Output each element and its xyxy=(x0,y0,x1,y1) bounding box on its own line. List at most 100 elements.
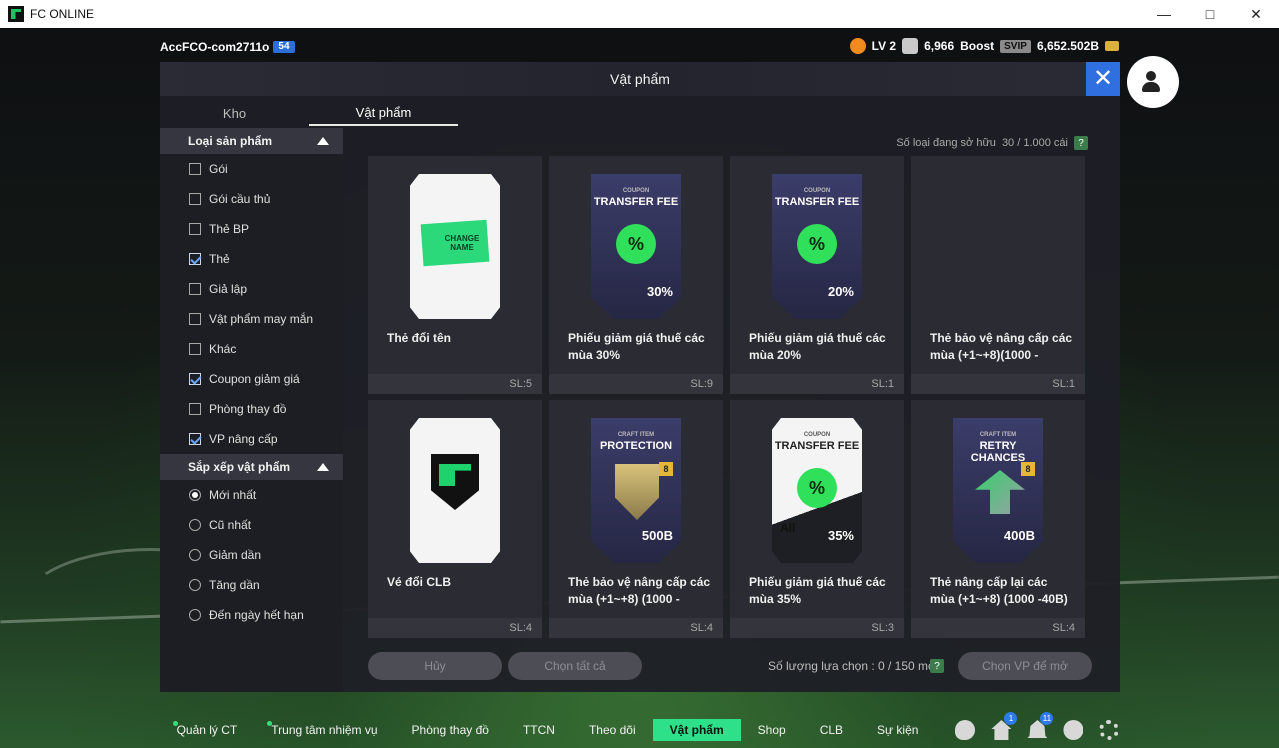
item-qty: SL:9 xyxy=(690,378,713,390)
product-type-header[interactable]: Loại sản phẩm xyxy=(160,128,343,154)
close-window-button[interactable]: ✕ xyxy=(1233,0,1279,28)
art-small-text: COUPON xyxy=(803,188,831,194)
sort-descending[interactable]: Giảm dần xyxy=(160,540,343,570)
maximize-button[interactable]: □ xyxy=(1187,0,1233,28)
item-name: Phiếu giảm giá thuế các mùa 20% xyxy=(749,331,886,362)
item-card[interactable]: CRAFT ITEM RETRY CHANCES 8 400B Thẻ nâng… xyxy=(911,400,1085,638)
item-name: Vé đổi CLB xyxy=(387,575,452,589)
close-modal-button[interactable]: ✕ xyxy=(1086,62,1120,96)
nav-su-kien[interactable]: Sự kiện xyxy=(860,719,935,741)
nav-trung-tam-nhiem-vu[interactable]: Trung tâm nhiệm vụ xyxy=(254,719,394,741)
select-all-button[interactable]: Chọn tất cả xyxy=(508,652,642,680)
item-qty: SL:1 xyxy=(1052,378,1075,390)
item-footer: SL:4 xyxy=(368,618,542,638)
bell-icon-wrapper[interactable]: 11 xyxy=(1027,712,1054,740)
help-icon[interactable]: ? xyxy=(1074,136,1088,150)
checkbox-checked[interactable] xyxy=(189,253,201,265)
collapse-triangle-icon xyxy=(317,463,329,471)
checkbox[interactable] xyxy=(189,313,201,325)
nav-vat-pham[interactable]: Vật phẩm xyxy=(652,719,741,741)
filter-vp-nang-cap[interactable]: VP nâng cấp xyxy=(160,424,343,454)
sort-ascending[interactable]: Tăng dần xyxy=(160,570,343,600)
filter-label: VP nâng cấp xyxy=(209,432,278,446)
item-card[interactable]: CHANGE NAME Thẻ đổi tên SL:5 xyxy=(368,156,542,394)
selection-count: Số lượng lựa chọn : 0 / 150 món xyxy=(768,659,942,673)
filter-khac[interactable]: Khác xyxy=(160,334,343,364)
home-icon-wrapper[interactable]: 1 xyxy=(991,712,1018,740)
modal-title: Vật phẩm xyxy=(610,71,670,87)
filter-the-bp[interactable]: Thẻ BP xyxy=(160,214,343,244)
sort-newest[interactable]: Mới nhất xyxy=(160,480,343,510)
checkbox-checked[interactable] xyxy=(189,373,201,385)
art-title: TRANSFER FEE xyxy=(593,196,679,208)
item-card[interactable]: CRAFT ITEM PROTECTION 8 500B Thẻ bảo vệ … xyxy=(549,400,723,638)
checkbox-checked[interactable] xyxy=(189,433,201,445)
help-icon[interactable]: ? xyxy=(930,659,944,673)
item-footer: SL:4 xyxy=(549,618,723,638)
item-name: Thẻ nâng cấp lại các mùa (+1~+8) (1000 -… xyxy=(930,575,1068,606)
item-card[interactable]: COUPON TRANSFER FEE % 20% Phiếu giảm giá… xyxy=(730,156,904,394)
checkbox[interactable] xyxy=(189,163,201,175)
sort-expiry[interactable]: Đến ngày hết hạn xyxy=(160,600,343,630)
nav-clb[interactable]: CLB xyxy=(803,719,860,741)
checkbox[interactable] xyxy=(189,403,201,415)
nav-quan-ly-ct[interactable]: Quản lý CT xyxy=(160,719,255,741)
filter-gia-lap[interactable]: Giả lập xyxy=(160,274,343,304)
radio[interactable] xyxy=(189,609,201,621)
checkbox[interactable] xyxy=(189,193,201,205)
item-qty: SL:4 xyxy=(509,622,532,634)
checkbox[interactable] xyxy=(189,283,201,295)
item-qty: SL:4 xyxy=(690,622,713,634)
filter-coupon[interactable]: Coupon giảm giá xyxy=(160,364,343,394)
art-title: RETRY CHANCES xyxy=(970,440,1026,464)
items-modal: Vật phẩm ✕ Kho Vật phẩm Loại sản phẩm Gó… xyxy=(160,62,1120,692)
bottom-nav: Quản lý CT Trung tâm nhiệm vụ Phòng thay… xyxy=(0,712,1279,748)
nav-ttcn[interactable]: TTCN xyxy=(506,719,572,741)
item-qty: SL:1 xyxy=(871,378,894,390)
modal-tabs: Kho Vật phẩm xyxy=(160,100,458,126)
filter-label: Giả lập xyxy=(209,282,248,296)
radio[interactable] xyxy=(189,549,201,561)
item-card[interactable]: Thẻ bảo vệ nâng cấp các mùa (+1~+8)(1000… xyxy=(911,156,1085,394)
filter-goi-cau-thu[interactable]: Gói cầu thủ xyxy=(160,184,343,214)
open-items-button[interactable]: Chọn VP để mở xyxy=(958,652,1092,680)
tab-vat-pham[interactable]: Vật phẩm xyxy=(309,100,458,126)
filter-label: Gói cầu thủ xyxy=(209,192,271,206)
filter-panel: Loại sản phẩm Gói Gói cầu thủ Thẻ BP Thẻ… xyxy=(160,128,343,692)
checkbox[interactable] xyxy=(189,343,201,355)
chat-icon[interactable] xyxy=(955,720,976,740)
modal-header: Vật phẩm ✕ xyxy=(160,62,1120,96)
tab-kho[interactable]: Kho xyxy=(160,100,309,126)
filter-goi[interactable]: Gói xyxy=(160,154,343,184)
art-title: PROTECTION xyxy=(599,440,673,452)
checkbox[interactable] xyxy=(189,223,201,235)
bell-notification-badge: 11 xyxy=(1040,712,1054,725)
user-icon[interactable] xyxy=(1063,720,1084,740)
nav-phong-thay-do[interactable]: Phòng thay đồ xyxy=(395,719,506,741)
item-footer: SL:1 xyxy=(911,374,1085,394)
item-card[interactable]: COUPON TRANSFER FEE % All 35% Phiếu giảm… xyxy=(730,400,904,638)
item-card[interactable]: COUPON TRANSFER FEE % 30% Phiếu giảm giá… xyxy=(549,156,723,394)
account-info: AccFCO-com2711o 54 xyxy=(160,40,295,54)
svip-badge: SVIP xyxy=(1000,39,1031,53)
nav-shop[interactable]: Shop xyxy=(741,719,803,741)
art-small-text: COUPON xyxy=(803,432,831,438)
minimize-button[interactable]: — xyxy=(1141,0,1187,28)
gear-icon[interactable] xyxy=(1099,720,1120,740)
radio-selected[interactable] xyxy=(189,489,201,501)
filter-phong-thay-do[interactable]: Phòng thay đồ xyxy=(160,394,343,424)
nav-theo-doi[interactable]: Theo dõi xyxy=(572,719,653,741)
sort-header[interactable]: Sắp xếp vật phẩm xyxy=(160,454,343,480)
radio[interactable] xyxy=(189,579,201,591)
cancel-button[interactable]: Hủy xyxy=(368,652,502,680)
change-name-card-art: CHANGE NAME xyxy=(410,174,500,319)
sort-oldest[interactable]: Cũ nhất xyxy=(160,510,343,540)
item-name: Thẻ đổi tên xyxy=(387,331,451,345)
radio[interactable] xyxy=(189,519,201,531)
art-value: 35% xyxy=(827,528,854,543)
filter-vat-pham-may-man[interactable]: Vật phẩm may mắn xyxy=(160,304,343,334)
profile-button[interactable] xyxy=(1127,56,1179,108)
item-card[interactable]: Vé đổi CLB SL:4 xyxy=(368,400,542,638)
item-footer: SL:9 xyxy=(549,374,723,394)
filter-the[interactable]: Thẻ xyxy=(160,244,343,274)
